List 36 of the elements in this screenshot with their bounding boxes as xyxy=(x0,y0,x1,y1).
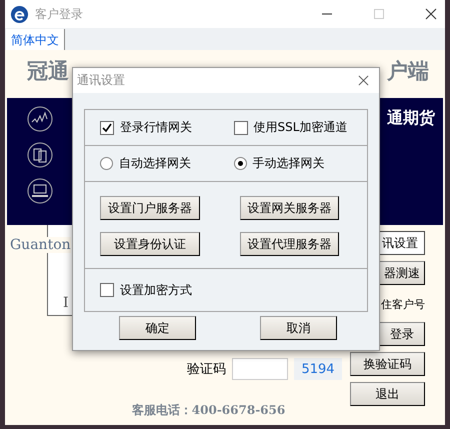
language-tab[interactable]: 简体中文 xyxy=(6,29,65,50)
settings-button[interactable]: 讯设置 xyxy=(379,231,425,255)
captcha-code: 5194 xyxy=(294,358,342,380)
app-logo-icon xyxy=(10,4,29,24)
documents-icon[interactable] xyxy=(27,142,53,168)
dialog-button[interactable]: 取消 xyxy=(260,316,337,340)
action-button[interactable]: 登录 xyxy=(379,322,425,346)
option-checkbox[interactable]: 登录行情网关 xyxy=(100,119,192,136)
dialog-title: 通讯设置 xyxy=(77,72,125,89)
gateway-radio[interactable]: 手动选择网关 xyxy=(234,155,324,172)
panel-text: I xyxy=(63,295,69,311)
option-checkbox[interactable]: 使用SSL加密通道 xyxy=(234,119,348,136)
dialog-button[interactable]: 确定 xyxy=(119,316,196,340)
action-button[interactable]: 退出 xyxy=(350,382,425,406)
server-settings-button[interactable]: 设置身份认证 xyxy=(100,232,200,256)
captcha-label: 验证码 xyxy=(187,361,226,378)
band-title: 通期货 xyxy=(387,108,435,129)
action-button[interactable]: 器测速 xyxy=(379,261,425,285)
server-settings-button[interactable]: 设置门户服务器 xyxy=(100,196,200,220)
banner-title: 冠通 xyxy=(27,58,69,84)
logo-text: Guanton xyxy=(10,237,71,253)
hotline-text: 客服电话：400-6678-656 xyxy=(130,402,286,419)
encryption-checkbox[interactable]: 设置加密方式 xyxy=(100,282,192,298)
banner-title: 户端 xyxy=(387,58,429,84)
captcha-field[interactable] xyxy=(232,358,288,380)
remember-label: 住客户号 xyxy=(381,297,425,312)
laptop-icon[interactable] xyxy=(27,178,53,204)
window-title: 客户登录 xyxy=(35,6,83,22)
close-icon[interactable] xyxy=(425,8,437,20)
gateway-radio[interactable]: 自动选择网关 xyxy=(100,155,191,172)
action-button[interactable]: 换验证码 xyxy=(350,352,425,376)
server-settings-button[interactable]: 设置网关服务器 xyxy=(240,196,339,220)
chart-wave-icon[interactable] xyxy=(27,106,53,132)
server-settings-button[interactable]: 设置代理服务器 xyxy=(240,232,339,256)
checkmark-icon xyxy=(101,122,113,134)
close-icon[interactable] xyxy=(358,75,369,86)
